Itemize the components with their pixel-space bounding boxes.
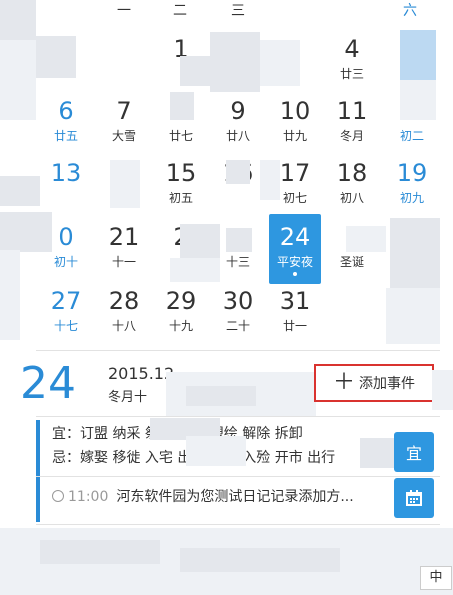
day-cell-27[interactable]: 27 十七 — [40, 288, 92, 348]
clock-icon — [52, 490, 64, 502]
selected-day-number: 24 — [20, 358, 76, 409]
blur-block — [360, 438, 396, 468]
section-divider — [36, 416, 440, 417]
day-cell-15[interactable]: 15 初五 — [155, 160, 207, 220]
day-cell-7[interactable]: 7 大雪 — [98, 98, 150, 158]
blur-block — [0, 0, 36, 40]
blur-block — [186, 436, 246, 466]
selected-lunar-date: 冬月十 — [108, 390, 148, 405]
day-cell-21[interactable]: 21 十一 — [98, 224, 150, 284]
blur-block — [40, 540, 160, 564]
day-cell-9[interactable]: 9 廿八 — [212, 98, 264, 158]
blur-block — [170, 92, 194, 120]
blur-block — [432, 370, 453, 410]
input-method-button[interactable]: 中 — [420, 566, 452, 590]
blur-block — [180, 56, 210, 86]
blur-block — [226, 160, 250, 184]
day-cell-6[interactable]: 6 廿五 — [40, 98, 92, 158]
blur-block — [0, 212, 52, 252]
calendar-view-button[interactable] — [394, 478, 434, 518]
blur-block — [260, 40, 300, 86]
weekday-header-wed: 三 — [231, 3, 245, 19]
add-event-label: 添加事件 — [359, 376, 415, 392]
blur-block — [180, 548, 340, 572]
almanac-button[interactable]: 宜 — [394, 432, 434, 472]
blur-block — [110, 160, 140, 208]
blur-block — [260, 160, 280, 200]
add-event-button[interactable]: ＋ 添加事件 — [314, 364, 434, 402]
day-cell-19[interactable]: 19 初九 — [386, 160, 438, 220]
weekday-header-tue: 二 — [173, 3, 187, 19]
blur-block — [36, 36, 76, 78]
event-time: 11:00 — [68, 489, 109, 505]
blur-block — [0, 176, 40, 206]
blur-block — [170, 258, 220, 282]
calendar-icon — [406, 490, 422, 506]
blur-block — [180, 224, 220, 258]
blur-block — [400, 30, 436, 80]
selected-date: 2015.12 — [108, 364, 175, 383]
blur-block — [400, 80, 436, 120]
blur-block — [346, 226, 386, 252]
day-cell-4[interactable]: 4 廿三 — [326, 36, 378, 96]
blur-block — [0, 250, 20, 340]
plus-icon: ＋ — [332, 370, 355, 395]
section-divider — [36, 350, 440, 351]
blur-block — [390, 218, 440, 288]
weekday-header-sat: 六 — [403, 3, 417, 19]
section-divider — [36, 476, 440, 477]
event-item[interactable]: 11:00 河东软件园为您测试日记记录添加方... — [52, 486, 354, 506]
event-dot — [293, 272, 297, 276]
day-cell-30[interactable]: 30 二十 — [212, 288, 264, 348]
accent-bar — [36, 420, 40, 522]
day-cell-10[interactable]: 10 廿九 — [269, 98, 321, 158]
almanac-icon: 宜 — [405, 444, 422, 463]
blur-block — [0, 40, 36, 120]
day-cell-31[interactable]: 31 廿一 — [269, 288, 321, 348]
day-cell-24-selected[interactable]: 24 平安夜 — [269, 214, 321, 284]
day-cell-29[interactable]: 29 十九 — [155, 288, 207, 348]
day-cell-18[interactable]: 18 初八 — [326, 160, 378, 220]
day-cell-13[interactable]: 13 — [40, 160, 92, 220]
blur-block — [186, 386, 256, 406]
blur-block — [226, 228, 252, 252]
weekday-header-mon: 一 — [117, 3, 131, 19]
day-cell-28[interactable]: 28 十八 — [98, 288, 150, 348]
blur-block — [386, 288, 440, 344]
section-divider — [36, 524, 440, 525]
day-cell-11[interactable]: 11 冬月 — [326, 98, 378, 158]
event-title: 河东软件园为您测试日记记录添加方... — [116, 489, 354, 505]
blur-block — [210, 32, 260, 92]
